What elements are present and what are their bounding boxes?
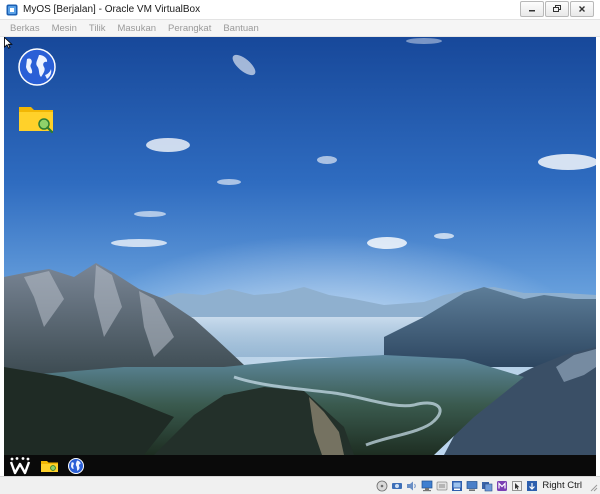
desktop-file-manager-icon[interactable] [17, 99, 57, 139]
close-icon [579, 6, 585, 12]
start-w-icon [9, 457, 31, 475]
start-button[interactable] [8, 456, 32, 475]
window-titlebar[interactable]: MyOS [Berjalan] - Oracle VM VirtualBox [0, 0, 600, 20]
keyboard-capture-icon[interactable] [526, 480, 538, 492]
mouse-integration-icon[interactable] [511, 480, 523, 492]
menu-bar: Berkas Mesin Tilik Masukan Perangkat Ban… [0, 20, 600, 37]
file-manager-folder-icon [19, 107, 54, 134]
device-status-icons [376, 480, 538, 492]
window-title: MyOS [Berjalan] - Oracle VM VirtualBox [23, 4, 201, 15]
optical-drive-icon[interactable] [391, 480, 403, 492]
restore-button[interactable] [545, 1, 569, 17]
globe-internet-icon [18, 48, 56, 86]
minimize-icon [529, 10, 535, 12]
mouse-pointer-icon [4, 37, 13, 49]
menu-mesin[interactable]: Mesin [52, 23, 77, 34]
taskbar-browser[interactable] [66, 456, 86, 475]
close-button[interactable] [570, 1, 594, 17]
network-icon[interactable] [421, 480, 433, 492]
menu-tilik[interactable]: Tilik [89, 23, 106, 34]
host-key-label: Right Ctrl [542, 480, 582, 491]
minimize-button[interactable] [520, 1, 544, 17]
window-controls [520, 1, 594, 17]
video-capture-icon[interactable] [481, 480, 493, 492]
menu-perangkat[interactable]: Perangkat [168, 23, 211, 34]
menu-berkas[interactable]: Berkas [10, 23, 40, 34]
audio-icon[interactable] [406, 480, 418, 492]
cpu-icon[interactable] [496, 480, 508, 492]
restore-icon [553, 5, 561, 12]
menu-bantuan[interactable]: Bantuan [223, 23, 258, 34]
usb-icon[interactable] [436, 480, 448, 492]
display-icon[interactable] [466, 480, 478, 492]
desktop-wallpaper [4, 37, 596, 455]
hard-disk-icon[interactable] [376, 480, 388, 492]
resize-grip-icon[interactable] [588, 482, 598, 492]
browser-globe-icon [68, 457, 84, 474]
virtualbox-app-icon [6, 4, 18, 15]
taskbar-file-manager[interactable] [40, 456, 60, 475]
status-bar: Right Ctrl [0, 476, 600, 494]
guest-taskbar [4, 455, 596, 476]
shared-folders-icon[interactable] [451, 480, 463, 492]
file-manager-icon [41, 460, 58, 472]
desktop-internet-icon[interactable] [17, 47, 57, 87]
menu-masukan[interactable]: Masukan [117, 23, 156, 34]
guest-display[interactable] [4, 37, 596, 476]
